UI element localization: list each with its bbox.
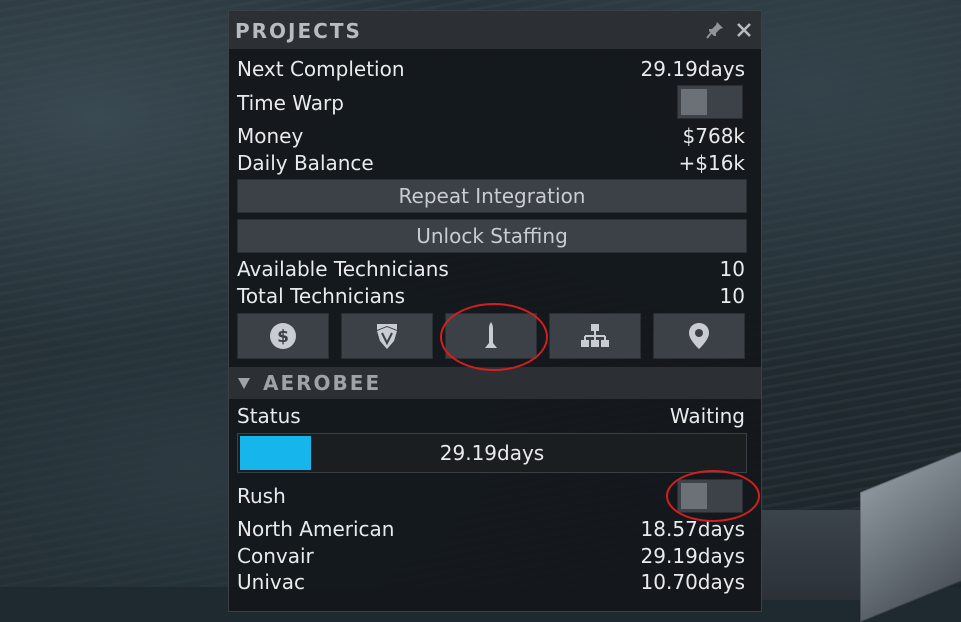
location-pin-icon (689, 323, 709, 349)
money-value: $768k (682, 124, 745, 148)
window-title: PROJECTS (235, 19, 362, 43)
money-label: Money (237, 124, 304, 148)
project-progress-bar: 29.19days (237, 433, 747, 473)
total-technicians-label: Total Technicians (237, 284, 405, 308)
window-titlebar[interactable]: PROJECTS (229, 11, 761, 49)
status-row: Status Waiting (237, 404, 745, 430)
daily-balance-row: Daily Balance +$16k (237, 151, 745, 177)
next-completion-label: Next Completion (237, 57, 405, 81)
progress-text: 29.19days (439, 441, 545, 465)
available-technicians-label: Available Technicians (237, 257, 449, 281)
contractor-time: 18.57days (640, 517, 745, 541)
pin-icon[interactable] (706, 21, 724, 39)
time-warp-toggle[interactable] (677, 85, 743, 119)
contractor-name: Univac (237, 570, 305, 594)
contractor-time: 29.19days (640, 544, 745, 568)
repeat-integration-button[interactable]: Repeat Integration (237, 179, 747, 213)
contractor-name: North American (237, 517, 395, 541)
next-completion-row: Next Completion 29.19days (237, 57, 745, 83)
budget-tab-button[interactable]: $ (237, 313, 329, 359)
rush-label: Rush (237, 484, 286, 508)
project-section-header[interactable]: AEROBEE (229, 367, 761, 399)
available-technicians-value: 10 (719, 257, 745, 281)
contractor-time: 10.70days (640, 570, 745, 594)
svg-text:$: $ (277, 327, 289, 347)
daily-balance-label: Daily Balance (237, 151, 374, 175)
available-technicians-row: Available Technicians 10 (237, 257, 745, 283)
contractor-row: Univac 10.70days (237, 570, 745, 596)
unlock-staffing-button[interactable]: Unlock Staffing (237, 219, 747, 253)
rank-badge-icon (377, 324, 397, 349)
next-completion-value: 29.19days (640, 57, 745, 81)
status-value: Waiting (669, 404, 745, 428)
sites-tab-button[interactable] (653, 313, 745, 359)
daily-balance-value: +$16k (678, 151, 745, 175)
annotation-circle-rush (666, 470, 760, 522)
close-icon[interactable] (736, 22, 752, 38)
status-label: Status (237, 404, 301, 428)
time-warp-toggle-knob (681, 89, 707, 115)
annotation-circle-rocket (440, 303, 548, 371)
personnel-tab-button[interactable] (341, 313, 433, 359)
collapse-triangle-icon[interactable] (237, 376, 251, 390)
total-technicians-value: 10 (719, 284, 745, 308)
money-icon: $ (270, 323, 296, 349)
project-name: AEROBEE (263, 371, 382, 395)
org-chart-icon (581, 324, 609, 347)
contractor-name: Convair (237, 544, 314, 568)
time-warp-label: Time Warp (237, 91, 344, 115)
organization-tab-button[interactable] (549, 313, 641, 359)
contractor-row: Convair 29.19days (237, 544, 745, 570)
money-row: Money $768k (237, 124, 745, 150)
contractor-row: North American 18.57days (237, 517, 745, 543)
time-warp-row: Time Warp (237, 91, 745, 117)
